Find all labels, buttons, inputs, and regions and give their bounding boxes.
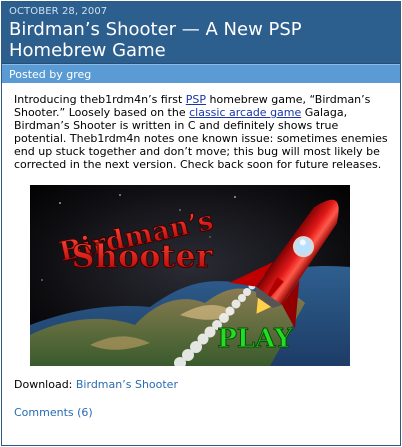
post-header: OCTOBER 28, 2007 Birdman’s Shooter — A N… (2, 2, 400, 64)
play-label: PLAY (217, 324, 293, 354)
post-date: OCTOBER 28, 2007 (9, 6, 108, 17)
classic-arcade-game-link[interactable]: classic arcade game (189, 106, 301, 119)
body-text-1: Introducing theb1rdm4n’s first (14, 93, 186, 106)
download-link[interactable]: Birdman’s Shooter (76, 378, 178, 391)
comments-link[interactable]: Comments (6) (2, 406, 400, 419)
game-screenshot-image: Birdman’s Shooter PLAY (30, 185, 350, 366)
game-artwork: Birdman’s Shooter PLAY (30, 185, 350, 366)
post-title[interactable]: Birdman’s Shooter — A New PSP Homebrew G… (9, 19, 394, 61)
post-byline: Posted by greg (2, 64, 400, 83)
blog-post: OCTOBER 28, 2007 Birdman’s Shooter — A N… (1, 1, 401, 446)
download-line: Download: Birdman’s Shooter (2, 378, 400, 391)
artwork-title-line2: Shooter (71, 237, 213, 275)
psp-link[interactable]: PSP (186, 93, 206, 106)
post-body: Introducing theb1rdm4n’s first PSP homeb… (2, 83, 400, 171)
download-label: Download: (14, 378, 76, 391)
